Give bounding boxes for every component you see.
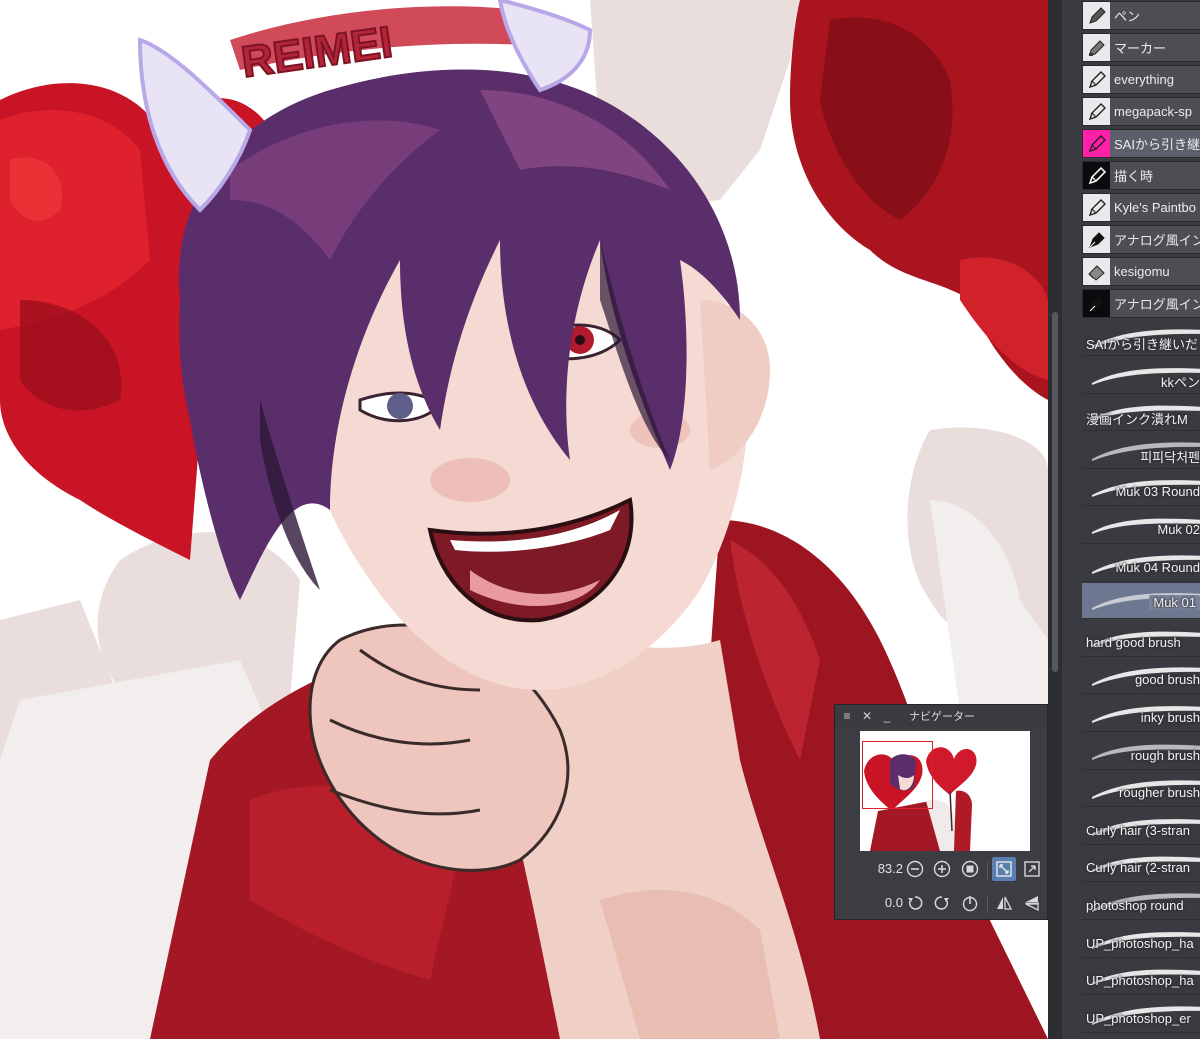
brush-item[interactable]: Muk 01 xyxy=(1082,583,1200,620)
brush-label: Muk 02 xyxy=(1157,522,1200,537)
brush-label: UP_photoshop_ha xyxy=(1086,935,1194,951)
zoom-value[interactable]: 83.2 xyxy=(869,861,903,876)
brush-panel: ペンマーカー everything megapack-sp SAIから引き継 描く時 Ky… xyxy=(1062,0,1200,1039)
pen-outline-icon xyxy=(1083,130,1110,157)
heart-balloon-right xyxy=(790,0,1048,400)
minimize-icon[interactable]: _ xyxy=(879,708,895,724)
navigator-palette: ≡ ✕ _ ナビゲーター 83.2 0.0 xyxy=(834,704,1048,920)
tool-item[interactable]: ペン xyxy=(1082,1,1200,30)
navigator-viewbox[interactable] xyxy=(862,741,933,809)
brush-item[interactable]: rough brush xyxy=(1082,733,1200,770)
fit-page-icon[interactable] xyxy=(992,857,1016,881)
tool-label: アナログ風イン xyxy=(1114,233,1200,248)
brush-item[interactable]: hard good brush xyxy=(1082,620,1200,657)
tool-item[interactable]: SAIから引き継 xyxy=(1082,129,1200,158)
brush-label: 漫画インク潰れM xyxy=(1086,412,1188,428)
brush-item[interactable]: 漫画インク潰れM xyxy=(1082,395,1200,432)
pen-outline-icon xyxy=(1083,66,1110,93)
brush-label: kkペン xyxy=(1160,374,1200,390)
brush-label: SAIから引き継いだ xyxy=(1086,337,1198,352)
brush-label: UP_photoshop_ha xyxy=(1086,973,1194,989)
tool-item[interactable]: Kyle's Paintbo xyxy=(1082,193,1200,222)
brush-item[interactable]: good brush xyxy=(1082,658,1200,695)
tool-item[interactable]: megapack-sp xyxy=(1082,97,1200,126)
brush-label: rougher brush xyxy=(1119,785,1200,801)
pen-icon xyxy=(1083,2,1110,29)
rotation-row: 0.0 xyxy=(835,887,1047,919)
brush-item[interactable]: rougher brush xyxy=(1082,771,1200,808)
brush-label: inky brush xyxy=(1140,710,1200,725)
pen-white-icon xyxy=(1083,162,1110,189)
brush-item[interactable]: Curly hair (3-stran xyxy=(1082,808,1200,845)
navigator-title: ナビゲーター xyxy=(909,711,975,723)
tool-label: マーカー xyxy=(1114,41,1167,56)
brush-item[interactable]: photoshop round xyxy=(1082,884,1200,920)
flip-vertical-icon[interactable] xyxy=(1020,891,1044,915)
flip-horizontal-icon[interactable] xyxy=(992,891,1016,915)
brush-item[interactable]: UP_photoshop_ha xyxy=(1082,959,1200,996)
tool-label: megapack-sp xyxy=(1114,104,1193,119)
brush-item[interactable]: 피피닥처펜 xyxy=(1082,432,1200,469)
brush-label: Curly hair (3-stran xyxy=(1086,822,1191,838)
navigator-controls: 83.2 0.0 xyxy=(835,853,1047,919)
brush-label: good brush xyxy=(1134,672,1200,688)
headband-text: REIMEI xyxy=(238,18,395,88)
tool-item[interactable]: kesigomu xyxy=(1082,257,1200,286)
brush-label: UP_photoshop_er xyxy=(1086,1010,1191,1026)
tool-item[interactable]: アナログ風イン xyxy=(1082,289,1200,318)
brush-item[interactable]: UP_photoshop_er xyxy=(1082,996,1200,1033)
rotate-left-icon[interactable] xyxy=(903,891,927,915)
fit-window-icon[interactable] xyxy=(1020,857,1044,881)
pen-outline-icon xyxy=(1083,194,1110,221)
brush-label: Muk 04 Round xyxy=(1115,559,1200,575)
brush-label: Curly hair (2-stran xyxy=(1086,860,1191,876)
brush-item[interactable]: Muk 02 xyxy=(1082,508,1200,544)
fountain-pen-icon xyxy=(1083,226,1110,253)
brush-item[interactable]: kkペン xyxy=(1082,357,1200,394)
brush-item[interactable]: UP_photoshop_ha xyxy=(1082,921,1200,958)
brush-item[interactable]: Muk 03 Round xyxy=(1082,470,1200,507)
brush-item[interactable]: SAIから引き継いだ xyxy=(1082,320,1200,356)
tool-label: kesigomu xyxy=(1114,264,1170,279)
tool-label: SAIから引き継 xyxy=(1114,137,1200,152)
tool-item[interactable]: everything xyxy=(1082,65,1200,94)
navigator-preview[interactable] xyxy=(860,731,1030,851)
brush-label: hard good brush xyxy=(1086,634,1181,650)
tool-label: ペン xyxy=(1114,9,1141,24)
brush-label: Muk 03 Round xyxy=(1115,484,1200,500)
reset-rotation-icon[interactable] xyxy=(958,891,982,915)
brush-item[interactable]: Curly hair (2-stran xyxy=(1082,846,1200,883)
tool-label: 描く時 xyxy=(1114,169,1154,184)
actual-size-icon[interactable] xyxy=(958,857,982,881)
menu-icon[interactable]: ≡ xyxy=(839,708,855,724)
brush-item[interactable]: Muk 04 Round xyxy=(1082,545,1200,582)
navigator-titlebar[interactable]: ≡ ✕ _ ナビゲーター xyxy=(835,705,1047,727)
tool-item[interactable]: マーカー xyxy=(1082,33,1200,62)
zoom-out-icon[interactable] xyxy=(903,857,927,881)
zoom-row: 83.2 xyxy=(835,853,1047,885)
rotate-right-icon[interactable] xyxy=(930,891,954,915)
rotation-value[interactable]: 0.0 xyxy=(869,895,903,910)
tool-label: everything xyxy=(1114,72,1174,87)
close-icon[interactable]: ✕ xyxy=(859,708,875,724)
tool-item[interactable]: 描く時 xyxy=(1082,161,1200,190)
zoom-in-icon[interactable] xyxy=(930,857,954,881)
brush-label: rough brush xyxy=(1130,747,1200,763)
panel-scrollbar[interactable] xyxy=(1048,0,1062,1039)
fountain-pen-icon xyxy=(1083,290,1110,317)
eraser-icon xyxy=(1083,258,1110,285)
brush-label: Muk 01 xyxy=(1149,595,1200,611)
scrollbar-thumb[interactable] xyxy=(1052,312,1058,672)
brush-label: 피피닥처펜 xyxy=(1140,449,1200,465)
tool-item[interactable]: アナログ風イン xyxy=(1082,225,1200,254)
brush-item[interactable]: inky brush xyxy=(1082,696,1200,732)
pen-outline-icon xyxy=(1083,98,1110,125)
tool-label: Kyle's Paintbo xyxy=(1114,200,1196,215)
brush-label: photoshop round xyxy=(1086,898,1184,913)
tool-label: アナログ風イン xyxy=(1114,297,1200,312)
marker-icon xyxy=(1083,34,1110,61)
